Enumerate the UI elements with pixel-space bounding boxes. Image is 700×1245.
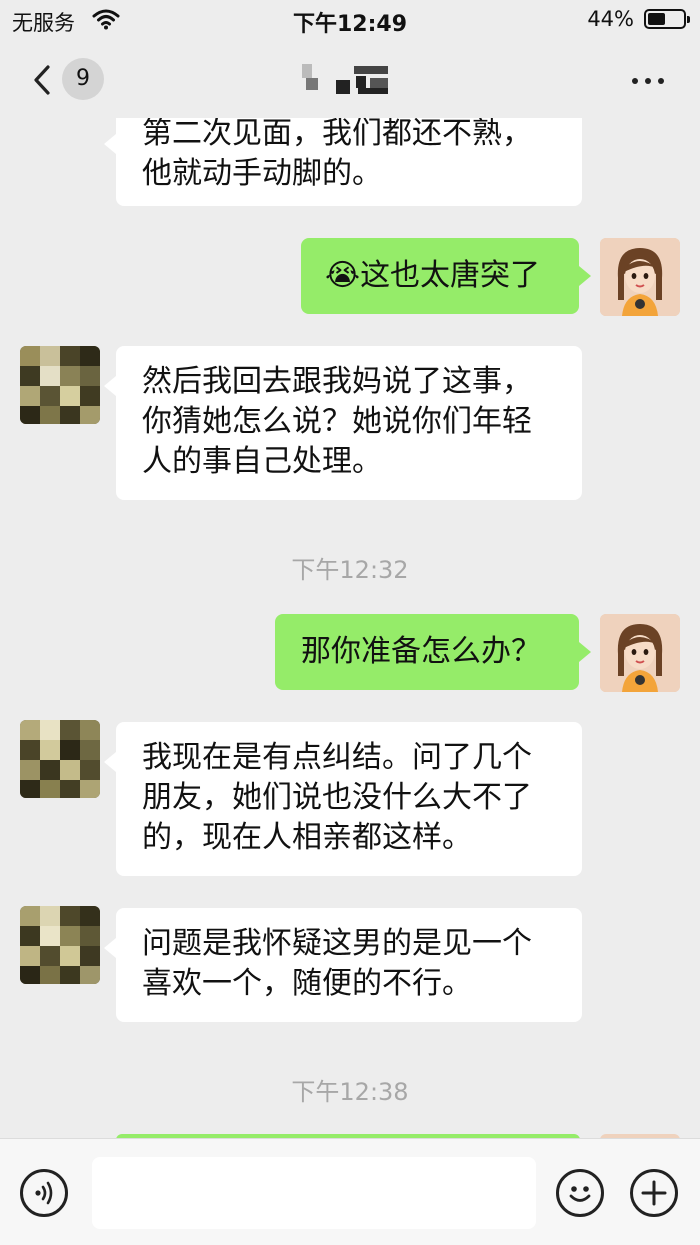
more-options-button[interactable]: [628, 66, 668, 96]
status-bar: 无服务 下午12:49 44%: [0, 0, 700, 40]
message-text: 那你准备怎么办？: [301, 634, 541, 669]
back-button[interactable]: 9: [24, 54, 114, 104]
message-bubble[interactable]: 😭这也太唐突了: [301, 238, 591, 314]
chat-nav-bar: 9: [0, 40, 700, 118]
more-functions-button[interactable]: [630, 1169, 678, 1217]
message-input[interactable]: [92, 1157, 536, 1229]
chat-input-bar: [0, 1138, 700, 1245]
message-bubble[interactable]: 然后我回去跟我妈说了这事，你猜她怎么说？她说你们年轻人的事自己处理。: [104, 346, 582, 500]
contact-avatar-blurred[interactable]: [20, 346, 100, 424]
message-list[interactable]: 第二次见面，我们都还不熟，他就动手动脚的。 😭这也太唐突了 然后我回去跟我妈说了…: [0, 118, 700, 1138]
message-bubble[interactable]: 那你准备怎么办？: [275, 614, 591, 690]
contact-avatar-blurred[interactable]: [20, 906, 100, 984]
message-timestamp: 下午12:32: [291, 556, 409, 584]
my-avatar[interactable]: [600, 238, 680, 316]
message-bubble[interactable]: 问题是我怀疑这男的是见一个喜欢一个，随便的不行。: [104, 908, 582, 1022]
chevron-left-icon: [32, 65, 52, 99]
message-timestamp: 下午12:38: [291, 1078, 409, 1106]
contact-name-blurred: [298, 60, 394, 96]
my-avatar[interactable]: [600, 614, 680, 692]
message-text: 我现在是有点纠结。问了几个朋友，她们说也没什么大不了的，现在人相亲都这样。: [142, 740, 532, 855]
voice-button[interactable]: [20, 1169, 68, 1217]
message-text: 第二次见面，我们都还不熟，他就动手动脚的。: [142, 118, 532, 191]
battery-icon: [644, 9, 690, 29]
message-text: 问题是我怀疑这男的是见一个喜欢一个，随便的不行。: [142, 926, 532, 1001]
message-text: 然后我回去跟我妈说了这事，你猜她怎么说？她说你们年轻人的事自己处理。: [142, 364, 532, 479]
message-bubble[interactable]: 第二次见面，我们都还不熟，他就动手动脚的。: [104, 118, 582, 206]
message-bubble[interactable]: 我现在是有点纠结。问了几个朋友，她们说也没什么大不了的，现在人相亲都这样。: [104, 722, 582, 876]
message-text: 这也太唐突了: [360, 258, 541, 293]
unread-count-badge: 9: [62, 58, 104, 100]
contact-avatar-blurred[interactable]: [20, 720, 100, 798]
battery-percent: 44%: [587, 7, 634, 31]
emoji-button[interactable]: [556, 1169, 604, 1217]
crying-emoji-icon: 😭: [325, 258, 361, 293]
